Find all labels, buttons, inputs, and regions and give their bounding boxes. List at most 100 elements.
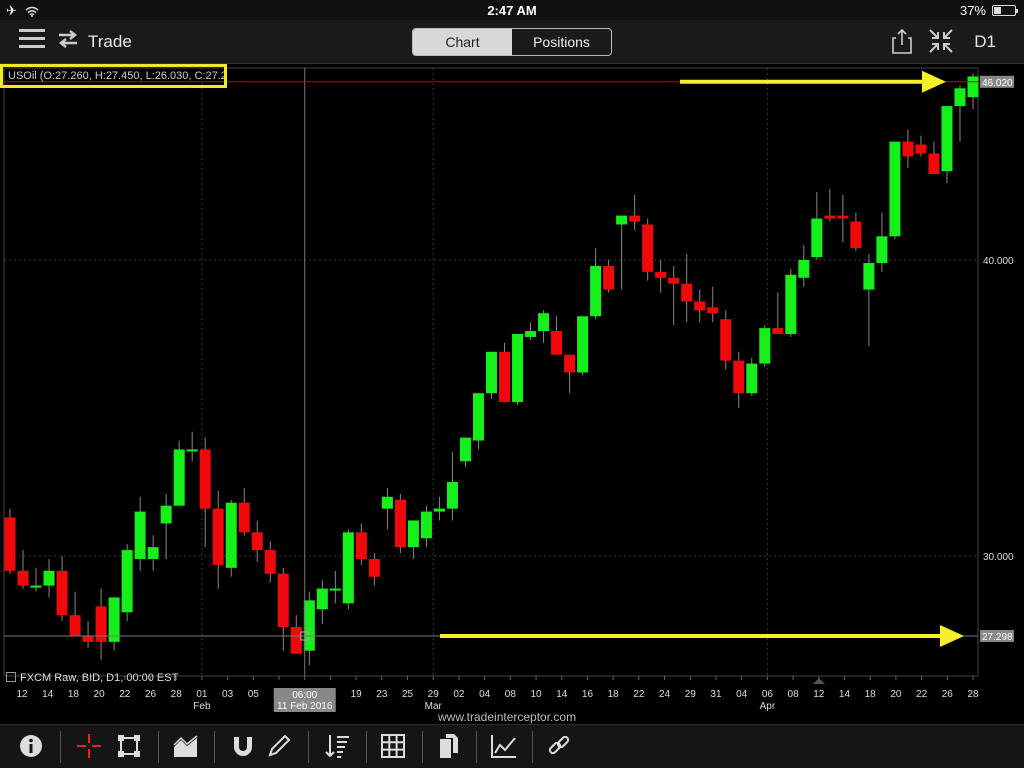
watermark: www.tradeinterceptor.com [438,710,577,724]
candle-down [551,331,563,355]
tab-chart[interactable]: Chart [413,29,512,55]
candle-down [368,558,380,577]
candle-up [746,363,758,394]
candle-up [407,520,419,548]
candle-up [525,331,537,337]
crosshair-date-label: 11 Feb 2016 [277,701,333,712]
x-tick-label: 04 [479,689,491,700]
menu-icon[interactable] [18,28,46,56]
x-tick-label: 29 [428,689,440,700]
candle-up [811,218,823,258]
top-toolbar: Trade Chart Positions D1 [0,20,1024,64]
grid-icon[interactable] [380,733,408,761]
candle-up [863,262,875,290]
candle-down [212,508,224,565]
pencil-icon[interactable] [266,733,294,761]
lock-icon [6,672,16,682]
candle-up [173,449,185,506]
toolbar-divider [532,731,533,763]
line-chart-icon[interactable] [490,733,518,761]
status-time: 2:47 AM [487,3,537,18]
price-label: 27.298 [982,632,1013,643]
x-tick-label: 24 [659,689,671,700]
candle-down [837,215,849,219]
candle-up [486,351,497,394]
ohlc-info-box: USOil (O:27.260, H:27.450, L:26.030, C:2… [0,64,227,88]
candle-down [238,502,250,533]
candle-down [17,570,29,586]
candle-down [850,221,862,249]
link-icon[interactable] [546,733,574,761]
annotation-arrow-low-head [940,624,964,647]
x-tick-label: 08 [505,689,517,700]
collapse-icon[interactable] [927,28,955,56]
x-tick-label: 20 [890,689,902,700]
share-icon[interactable] [888,28,916,56]
candle-down [681,283,693,302]
x-tick-label: 04 [736,689,748,700]
candle-down [355,532,367,559]
swap-icon[interactable] [54,28,82,56]
crosshair-icon[interactable] [76,733,104,761]
month-label: Apr [760,701,776,712]
candle-up [446,482,458,509]
x-tick-label: 28 [171,689,183,700]
candle-down [668,277,680,284]
candle-up [785,274,797,334]
candle-up [876,236,888,263]
x-tick-label: 14 [839,689,851,700]
x-tick-label: 12 [16,689,28,700]
candle-up [616,215,628,225]
candle-up [147,547,159,559]
select-tool-icon[interactable] [116,733,144,761]
info-icon[interactable] [18,733,46,761]
x-tick-label: 28 [967,689,979,700]
candle-up [967,76,979,98]
x-tick-label: 26 [145,689,157,700]
candle-down [290,627,302,654]
x-tick-label: 14 [42,689,54,700]
price-chart[interactable]: 30.00040.0001214182022262801030509171923… [0,64,1024,720]
y-tick-label: 40.000 [983,256,1014,267]
indicator-icon[interactable] [172,733,200,761]
toolbar-divider [422,731,423,763]
candle-down [82,635,94,642]
candle-up [941,106,953,172]
candle-down [4,517,16,571]
sort-icon[interactable] [324,733,352,761]
price-label: 46.020 [982,78,1013,89]
candle-up [342,532,354,604]
candle-down [564,354,576,373]
x-tick-label: 22 [916,689,928,700]
timeframe-button[interactable]: D1 [974,32,996,52]
candle-down [95,606,107,642]
x-tick-label: 06 [762,689,774,700]
page-title: Trade [88,32,132,51]
candle-up [134,511,146,559]
battery-percent: 37% [959,3,986,18]
battery-icon [992,5,1018,16]
toolbar-divider [214,731,215,763]
tab-positions[interactable]: Positions [512,29,611,55]
candle-down [772,328,784,334]
candle-up [538,313,550,332]
x-tick-label: 20 [94,689,106,700]
bottom-toolbar [0,724,1024,768]
candle-up [798,260,810,278]
status-bar: ✈ 2:47 AM 37% [0,0,1024,20]
magnet-icon[interactable] [230,733,258,761]
x-tick-label: 18 [865,689,877,700]
candle-up [759,328,771,364]
x-tick-label: 22 [119,689,131,700]
crosshair-time-label: 06:00 [292,690,317,701]
candle-up [30,585,42,588]
copy-icon[interactable] [436,733,464,761]
candle-down [707,307,719,314]
candle-down [824,215,836,219]
scroll-marker [813,678,825,684]
candle-down [264,550,276,574]
candle-up [108,597,120,642]
candle-down [902,141,914,157]
candle-up [472,393,484,441]
x-tick-label: 25 [402,689,414,700]
